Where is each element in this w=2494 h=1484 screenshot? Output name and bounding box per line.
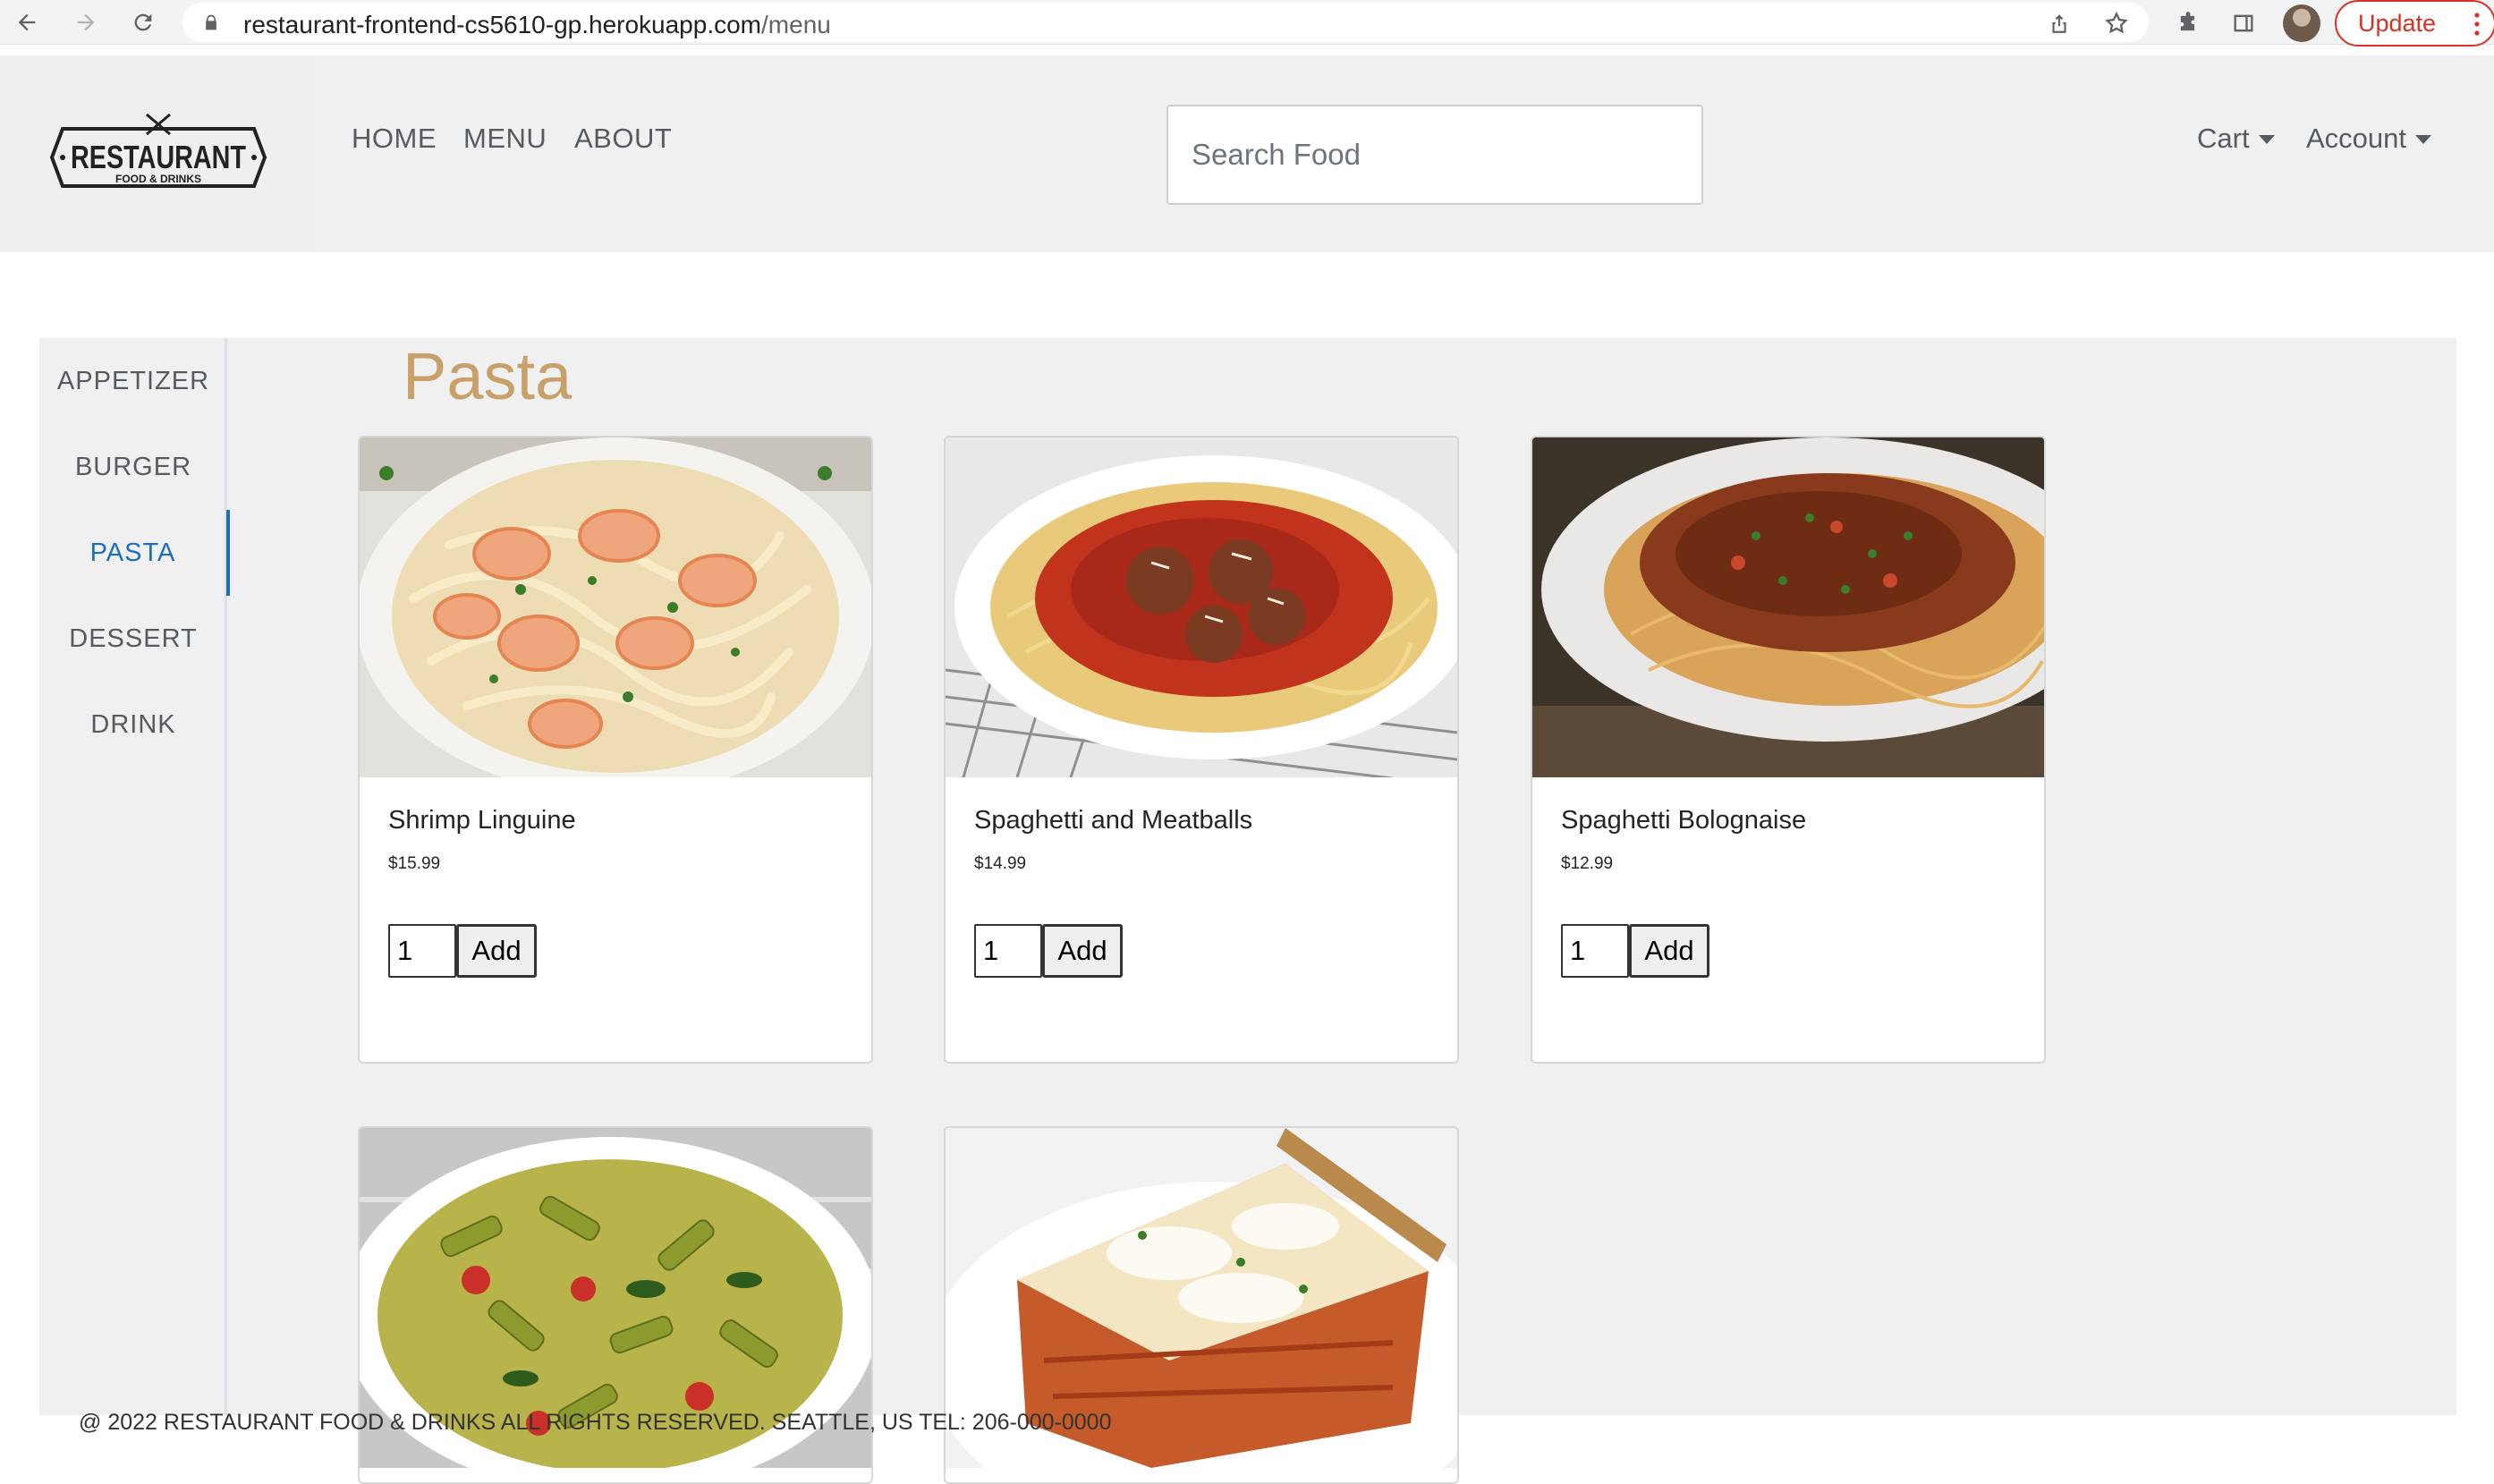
menu-item-card: Spaghetti and Meatballs $14.99 Add <box>944 436 1459 1064</box>
site-header: RESTAURANT FOOD & DRINKS HOME MENU ABOUT… <box>0 55 2494 252</box>
spaghetti-meatballs-image <box>946 437 1457 777</box>
back-icon[interactable] <box>9 5 45 39</box>
item-name: Spaghetti and Meatballs <box>974 806 1253 835</box>
menu-item-card: Spaghetti Bolognaise $12.99 Add <box>1531 436 2046 1064</box>
shrimp-linguine-image <box>360 437 871 777</box>
address-bar[interactable]: restaurant-frontend-cs5610-gp.herokuapp.… <box>182 3 2149 42</box>
category-burger[interactable]: BURGER <box>39 424 227 510</box>
item-price: $15.99 <box>388 854 441 873</box>
forward-icon[interactable] <box>68 5 104 39</box>
caret-down-icon <box>2258 135 2275 144</box>
profile-avatar[interactable] <box>2283 4 2320 42</box>
item-name: Spaghetti Bolognaise <box>1561 806 1807 835</box>
category-pasta[interactable]: PASTA <box>39 510 230 596</box>
browser-toolbar: restaurant-frontend-cs5610-gp.herokuapp.… <box>0 0 2494 47</box>
logo-container[interactable]: RESTAURANT FOOD & DRINKS <box>0 55 310 252</box>
quantity-input[interactable] <box>388 924 456 978</box>
spaghetti-bolognaise-image <box>1532 437 2044 777</box>
url-text: restaurant-frontend-cs5610-gp.herokuapp.… <box>243 11 831 38</box>
search-input[interactable] <box>1166 105 1703 205</box>
category-sidebar: APPETIZER BURGER PASTA DESSERT DRINK <box>39 338 230 1415</box>
category-drink[interactable]: DRINK <box>39 682 227 767</box>
share-icon[interactable] <box>2043 7 2075 39</box>
cart-dropdown[interactable]: Cart <box>2197 123 2275 155</box>
nav-home[interactable]: HOME <box>352 123 437 155</box>
add-to-cart-button[interactable]: Add <box>1629 924 1709 978</box>
section-title: Pasta <box>403 339 573 413</box>
cart-label: Cart <box>2197 123 2250 154</box>
category-dessert[interactable]: DESSERT <box>39 596 227 682</box>
quantity-input[interactable] <box>974 924 1042 978</box>
svg-text:FOOD & DRINKS: FOOD & DRINKS <box>115 173 201 185</box>
quantity-input[interactable] <box>1561 924 1629 978</box>
account-label: Account <box>2306 123 2407 154</box>
caret-down-icon <box>2415 135 2432 144</box>
account-dropdown[interactable]: Account <box>2306 123 2432 155</box>
add-to-cart-button[interactable]: Add <box>456 924 537 978</box>
side-panel-icon[interactable] <box>2227 7 2260 39</box>
item-name: Shrimp Linguine <box>388 806 576 835</box>
bookmark-star-icon[interactable] <box>2100 7 2133 39</box>
lock-icon <box>206 14 216 30</box>
update-label: Update <box>2358 9 2437 37</box>
more-menu-icon <box>2474 13 2480 36</box>
nav-about[interactable]: ABOUT <box>574 123 672 155</box>
nav-menu[interactable]: MENU <box>463 123 547 155</box>
category-appetizer[interactable]: APPETIZER <box>39 338 227 424</box>
restaurant-logo: RESTAURANT FOOD & DRINKS <box>50 113 267 188</box>
item-price: $12.99 <box>1561 854 1614 873</box>
extensions-icon[interactable] <box>2172 7 2204 39</box>
reload-icon[interactable] <box>125 5 161 39</box>
item-price: $14.99 <box>974 854 1027 873</box>
footer-copyright: @ 2022 RESTAURANT FOOD & DRINKS ALL RIGH… <box>79 1410 1112 1435</box>
menu-panel: APPETIZER BURGER PASTA DESSERT DRINK Pas… <box>39 338 2456 1484</box>
svg-text:RESTAURANT: RESTAURANT <box>71 139 246 175</box>
add-to-cart-button[interactable]: Add <box>1042 924 1123 978</box>
menu-item-card: Shrimp Linguine $15.99 Add <box>358 436 873 1064</box>
update-button[interactable]: Update <box>2335 0 2494 47</box>
